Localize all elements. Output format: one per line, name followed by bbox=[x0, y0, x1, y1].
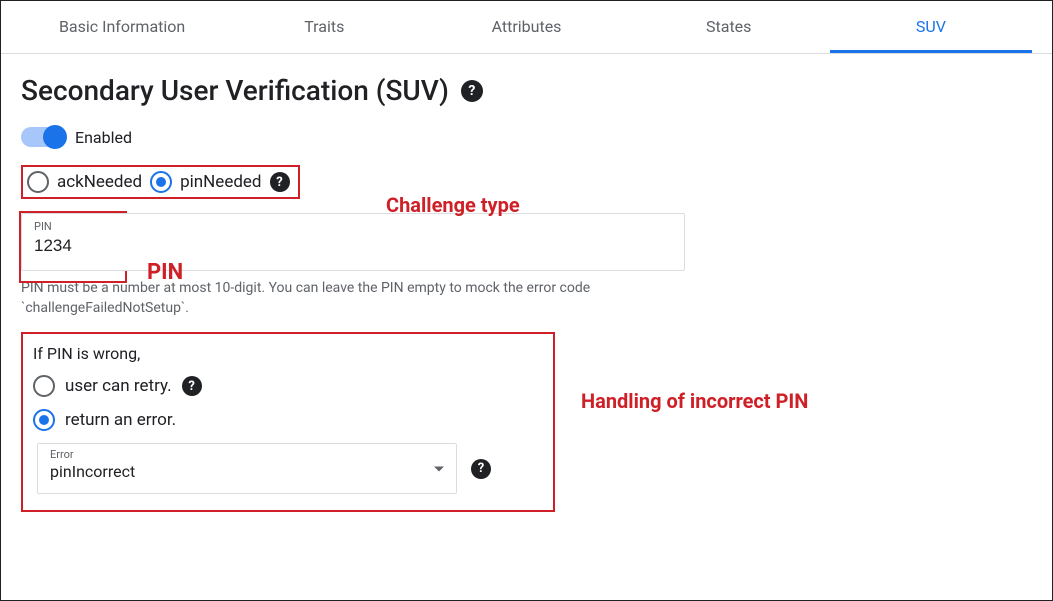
chevron-down-icon bbox=[434, 466, 444, 471]
radio-ackneeded[interactable] bbox=[27, 171, 49, 193]
tab-attributes[interactable]: Attributes bbox=[425, 1, 627, 53]
page-title: Secondary User Verification (SUV) bbox=[21, 74, 449, 107]
error-select[interactable]: Error pinIncorrect bbox=[37, 443, 457, 494]
radio-user-retry[interactable] bbox=[33, 375, 55, 397]
tab-states[interactable]: States bbox=[628, 1, 830, 53]
help-icon[interactable]: ? bbox=[182, 376, 202, 396]
wrong-pin-heading: If PIN is wrong, bbox=[33, 344, 541, 363]
tabs: Basic Information Traits Attributes Stat… bbox=[1, 1, 1052, 54]
enabled-toggle[interactable] bbox=[21, 127, 65, 147]
help-icon[interactable]: ? bbox=[270, 172, 290, 192]
pin-helper-text: PIN must be a number at most 10-digit. Y… bbox=[21, 279, 685, 318]
annotation-pin: PIN bbox=[147, 259, 183, 287]
error-select-value: pinIncorrect bbox=[50, 462, 444, 481]
radio-return-error[interactable] bbox=[33, 409, 55, 431]
pin-label: PIN bbox=[34, 220, 52, 233]
enabled-label: Enabled bbox=[75, 128, 132, 147]
radio-user-retry-label: user can retry. bbox=[65, 376, 172, 396]
challenge-type-group: ackNeeded pinNeeded ? bbox=[21, 165, 300, 199]
pin-input[interactable] bbox=[34, 236, 672, 256]
tab-suv[interactable]: SUV bbox=[830, 1, 1032, 53]
radio-pinneeded-label: pinNeeded bbox=[180, 172, 261, 192]
annotation-challenge-type: Challenge type bbox=[386, 193, 520, 218]
annotation-handling: Handling of incorrect PIN bbox=[581, 389, 808, 414]
pin-field[interactable]: PIN bbox=[21, 213, 685, 271]
help-icon[interactable]: ? bbox=[461, 80, 483, 102]
radio-ackneeded-label: ackNeeded bbox=[57, 172, 142, 192]
error-select-label: Error bbox=[50, 448, 74, 461]
tab-basic-information[interactable]: Basic Information bbox=[21, 1, 223, 53]
radio-return-error-label: return an error. bbox=[65, 410, 176, 430]
toggle-thumb bbox=[43, 125, 67, 149]
help-icon[interactable]: ? bbox=[471, 459, 491, 479]
radio-pinneeded[interactable] bbox=[150, 171, 172, 193]
wrong-pin-section: If PIN is wrong, user can retry. ? retur… bbox=[21, 332, 555, 512]
tab-traits[interactable]: Traits bbox=[223, 1, 425, 53]
